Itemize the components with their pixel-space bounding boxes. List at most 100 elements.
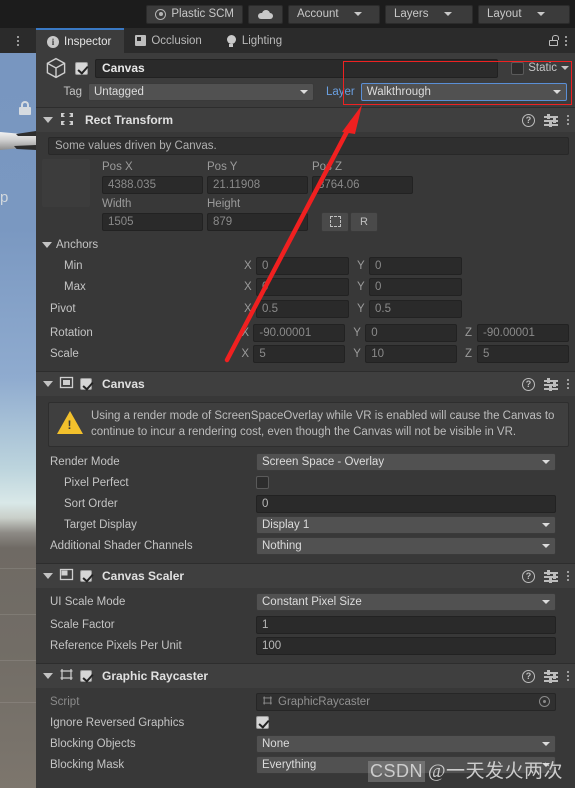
scene-view-strip[interactable]: p bbox=[0, 48, 36, 788]
anchor-min-x-field[interactable]: 0 bbox=[256, 256, 349, 275]
rect-transform-header[interactable]: Rect Transform ? bbox=[36, 108, 575, 132]
tab-lighting[interactable]: Lighting bbox=[214, 28, 296, 53]
reference-ppu-label: Reference Pixels Per Unit bbox=[50, 639, 182, 652]
pos-x-field[interactable]: 4388.035 bbox=[102, 175, 203, 194]
gameobject-header: Canvas Static Tag Untagged Layer Walkthr… bbox=[36, 53, 575, 107]
component-menu-icon[interactable] bbox=[567, 571, 569, 582]
chevron-down-icon bbox=[443, 12, 452, 16]
layer-label: Layer bbox=[326, 86, 355, 98]
max-x-axis-label: X bbox=[244, 280, 252, 293]
cloud-button[interactable] bbox=[248, 4, 283, 24]
height-field[interactable]: 879 bbox=[207, 212, 308, 231]
tab-occlusion[interactable]: Occlusion bbox=[124, 28, 215, 53]
ignore-reversed-graphics-label: Ignore Reversed Graphics bbox=[50, 716, 185, 729]
reference-ppu-field[interactable]: 100 bbox=[256, 636, 556, 655]
foldout-arrow-icon[interactable] bbox=[43, 573, 53, 580]
anchors-foldout-icon[interactable] bbox=[42, 241, 52, 248]
shader-channels-value: Nothing bbox=[262, 539, 302, 552]
script-object-field[interactable]: GraphicRaycaster bbox=[256, 692, 556, 711]
panel-menu-button[interactable] bbox=[0, 28, 36, 53]
object-picker-icon[interactable] bbox=[539, 696, 550, 708]
static-checkbox[interactable] bbox=[511, 61, 525, 75]
layer-dropdown[interactable]: Walkthrough bbox=[360, 83, 567, 101]
anchor-max-y-field[interactable]: 0 bbox=[369, 277, 462, 296]
preset-icon[interactable] bbox=[544, 114, 558, 127]
rotation-x-field[interactable]: -90.00001 bbox=[253, 323, 346, 342]
foldout-arrow-icon[interactable] bbox=[43, 117, 53, 123]
layers-label: Layers bbox=[394, 8, 429, 20]
component-menu-icon[interactable] bbox=[567, 379, 569, 389]
canvas-scaler-enabled-checkbox[interactable] bbox=[80, 570, 92, 583]
pivot-x-field[interactable]: 0.5 bbox=[256, 299, 349, 318]
account-dropdown[interactable]: Account bbox=[288, 4, 380, 24]
target-display-dropdown[interactable]: Display 1 bbox=[256, 515, 556, 534]
inspector-tabbar: i Inspector Occlusion Lighting bbox=[0, 28, 575, 53]
shader-channels-dropdown[interactable]: Nothing bbox=[256, 536, 556, 555]
component-menu-icon[interactable] bbox=[567, 671, 569, 682]
raw-edit-mode-button[interactable]: R bbox=[350, 211, 378, 232]
target-display-value: Display 1 bbox=[262, 518, 310, 531]
graphic-raycaster-header[interactable]: Graphic Raycaster ? bbox=[36, 664, 575, 689]
anchor-min-y-field[interactable]: 0 bbox=[369, 256, 462, 275]
scale-z-field[interactable]: 5 bbox=[477, 344, 569, 363]
blueprint-mode-button[interactable] bbox=[321, 211, 349, 232]
plastic-scm-button[interactable]: Plastic SCM bbox=[146, 4, 243, 24]
canvas-scaler-header[interactable]: Canvas Scaler ? bbox=[36, 564, 575, 589]
layout-dropdown[interactable]: Layout bbox=[478, 4, 570, 24]
pos-y-field[interactable]: 21.11908 bbox=[207, 175, 308, 194]
account-label: Account bbox=[297, 8, 339, 20]
tab-inspector[interactable]: i Inspector bbox=[36, 28, 125, 53]
preset-icon[interactable] bbox=[544, 378, 558, 391]
chevron-down-icon bbox=[300, 90, 308, 94]
canvas-enabled-checkbox[interactable] bbox=[80, 378, 92, 390]
pos-z-field[interactable]: 3764.06 bbox=[312, 175, 413, 194]
canvas-vr-warning: Using a render mode of ScreenSpaceOverla… bbox=[48, 402, 569, 448]
width-field[interactable]: 1505 bbox=[102, 212, 203, 231]
anchors-label: Anchors bbox=[56, 238, 99, 251]
anchor-max-label: Max bbox=[64, 280, 86, 293]
tag-value: Untagged bbox=[94, 86, 144, 98]
foldout-arrow-icon[interactable] bbox=[43, 673, 53, 680]
lock-icon[interactable] bbox=[549, 35, 559, 46]
foldout-arrow-icon[interactable] bbox=[43, 381, 53, 387]
scale-x-field[interactable]: 5 bbox=[253, 344, 346, 363]
preset-icon[interactable] bbox=[544, 570, 558, 584]
rotation-z-field[interactable]: -90.00001 bbox=[477, 323, 569, 342]
graphic-raycaster-enabled-checkbox[interactable] bbox=[80, 670, 92, 683]
static-chevron-down-icon[interactable] bbox=[561, 66, 569, 70]
script-type-icon bbox=[262, 695, 273, 709]
rotation-y-field[interactable]: 0 bbox=[365, 323, 458, 342]
kebab-menu-icon bbox=[17, 35, 19, 46]
scene-lock-icon bbox=[19, 101, 31, 115]
gameobject-cube-icon bbox=[44, 56, 68, 80]
gameobject-name-field[interactable]: Canvas bbox=[95, 58, 499, 78]
anchor-preset-widget[interactable] bbox=[42, 159, 90, 207]
tag-dropdown[interactable]: Untagged bbox=[88, 83, 314, 101]
ignore-reversed-graphics-checkbox[interactable] bbox=[256, 716, 269, 730]
scale-factor-label: Scale Factor bbox=[50, 618, 115, 631]
anchor-max-x-field[interactable]: 0 bbox=[256, 277, 349, 296]
canvas-header[interactable]: Canvas ? bbox=[36, 372, 575, 396]
sort-order-field[interactable]: 0 bbox=[256, 494, 556, 513]
canvas-scaler-title: Canvas Scaler bbox=[102, 569, 185, 584]
component-menu-icon[interactable] bbox=[567, 115, 569, 125]
blocking-objects-dropdown[interactable]: None bbox=[256, 734, 556, 753]
scale-label: Scale bbox=[50, 347, 79, 360]
chevron-down-icon bbox=[542, 522, 550, 527]
gameobject-enabled-checkbox[interactable] bbox=[75, 61, 88, 75]
help-icon[interactable]: ? bbox=[522, 377, 535, 391]
help-icon[interactable]: ? bbox=[522, 113, 535, 127]
pixel-perfect-checkbox[interactable] bbox=[256, 476, 269, 490]
render-mode-dropdown[interactable]: Screen Space - Overlay bbox=[256, 452, 556, 471]
scale-factor-field[interactable]: 1 bbox=[256, 615, 556, 634]
help-icon[interactable]: ? bbox=[522, 569, 535, 583]
layers-dropdown[interactable]: Layers bbox=[385, 4, 473, 24]
ui-scale-mode-dropdown[interactable]: Constant Pixel Size bbox=[256, 592, 556, 611]
pivot-y-field[interactable]: 0.5 bbox=[369, 299, 462, 318]
help-icon[interactable]: ? bbox=[522, 669, 535, 683]
scale-y-field[interactable]: 10 bbox=[365, 344, 458, 363]
preset-icon[interactable] bbox=[544, 670, 558, 684]
inspector-menu-icon[interactable] bbox=[565, 35, 567, 46]
canvas-warning-text: Using a render mode of ScreenSpaceOverla… bbox=[91, 410, 555, 438]
unity-inspector-screenshot: p Plastic SCM Account Layers Layout i In… bbox=[0, 0, 575, 788]
